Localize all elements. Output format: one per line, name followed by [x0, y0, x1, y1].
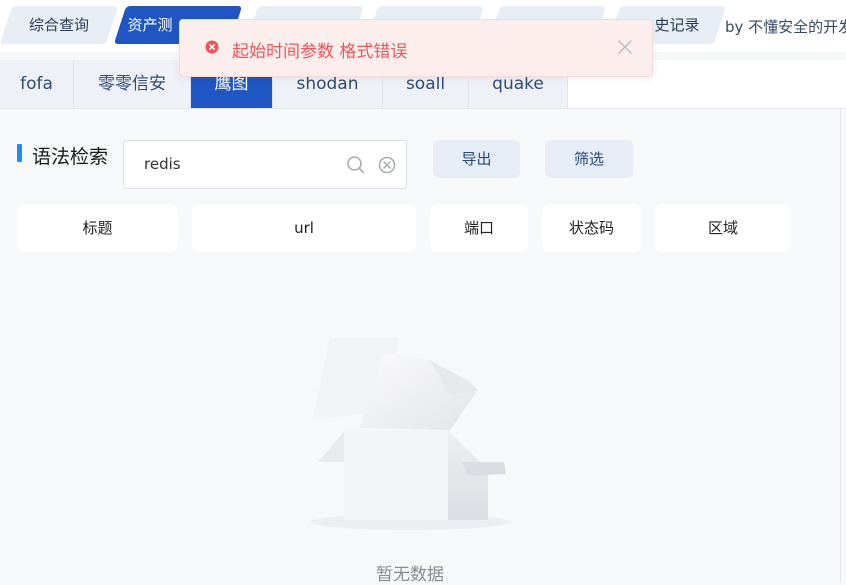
content-right-border	[840, 108, 841, 582]
toast-message: 起始时间参数 格式错误	[232, 42, 408, 62]
error-toast: 起始时间参数 格式错误	[179, 19, 653, 77]
search-input[interactable]	[142, 154, 336, 174]
column-header-title[interactable]: 标题	[17, 204, 178, 252]
empty-box-illustration	[300, 320, 520, 544]
export-button[interactable]: 导出	[433, 140, 520, 178]
top-tab-combined-query[interactable]: 综合查询	[0, 6, 119, 44]
column-header-port[interactable]: 端口	[430, 204, 528, 252]
search-field	[123, 140, 407, 189]
filter-button[interactable]: 筛选	[545, 140, 633, 178]
search-icon[interactable]	[346, 155, 366, 179]
tab-fofa[interactable]: fofa	[0, 60, 74, 108]
column-header-status-code[interactable]: 状态码	[542, 204, 641, 252]
section-accent-bar	[17, 144, 22, 162]
error-icon	[205, 40, 221, 60]
close-icon[interactable]	[616, 38, 634, 60]
column-header-region[interactable]: 区域	[655, 204, 791, 252]
clear-icon[interactable]	[377, 155, 397, 179]
author-byline: by 不懂安全的开发	[725, 18, 846, 36]
section-title: 语法检索	[32, 146, 109, 168]
tab-zerozone[interactable]: 零零信安	[74, 60, 191, 108]
empty-state-text: 暂无数据	[376, 565, 444, 585]
column-header-url[interactable]: url	[192, 204, 416, 252]
